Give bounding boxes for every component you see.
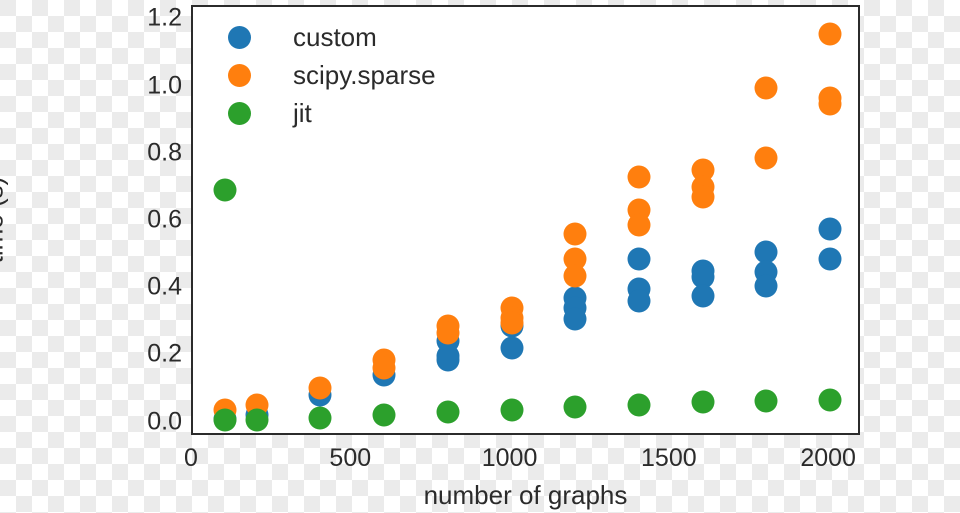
x-tick-label: 0 (184, 444, 198, 472)
data-point-jit (245, 408, 269, 432)
y-tick-label: 0.8 (147, 138, 182, 167)
data-point-custom (818, 217, 842, 241)
data-point-jit (691, 390, 715, 414)
legend-marker-icon (228, 63, 251, 87)
x-tick-label: 2000 (800, 444, 856, 472)
data-point-scipy-sparse (308, 376, 332, 400)
data-point-scipy-sparse (754, 76, 778, 100)
data-point-custom (754, 274, 778, 298)
data-point-jit (563, 395, 587, 419)
data-point-scipy-sparse (754, 146, 778, 170)
data-point-jit (372, 403, 396, 427)
data-point-jit (818, 388, 842, 412)
legend-marker-icon (228, 101, 251, 125)
y-tick-label: 1.0 (147, 71, 182, 100)
data-point-scipy-sparse (818, 92, 842, 116)
legend-item: jit (228, 94, 436, 132)
legend-marker-icon (228, 25, 251, 49)
y-axis-title: time (s) (0, 176, 9, 264)
y-axis-tick-labels: 0.0 0.2 0.4 0.6 0.8 1.0 1.2 (100, 0, 182, 513)
legend-label: scipy.sparse (293, 59, 436, 90)
x-tick-label: 1000 (481, 444, 538, 472)
y-tick-label: 0.4 (147, 272, 182, 301)
data-point-jit (308, 406, 332, 430)
data-point-jit (213, 178, 237, 202)
data-point-custom (691, 284, 715, 308)
data-point-scipy-sparse (563, 222, 587, 246)
x-tick-label: 500 (329, 444, 372, 472)
data-point-custom (563, 307, 587, 331)
legend-label: jit (293, 97, 312, 128)
x-axis-title: number of graphs (423, 480, 628, 510)
y-tick-label: 1.2 (147, 3, 182, 32)
legend-label: custom (293, 21, 377, 52)
data-point-custom (627, 247, 651, 271)
data-point-jit (500, 398, 524, 422)
data-point-jit (213, 408, 237, 432)
data-point-scipy-sparse (627, 165, 651, 189)
data-point-jit (627, 393, 651, 417)
legend-item: custom (228, 18, 436, 56)
data-point-custom (436, 348, 460, 372)
x-tick-label: 1500 (641, 444, 697, 472)
legend: custom scipy.sparse jit (228, 18, 436, 132)
y-tick-label: 0.6 (147, 205, 182, 234)
data-point-scipy-sparse (691, 185, 715, 209)
chart-figure: 0.0 0.2 0.4 0.6 0.8 1.0 1.2 time (s) 0 500 1000 1… (0, 0, 960, 513)
data-point-scipy-sparse (500, 311, 524, 335)
data-point-scipy-sparse (372, 356, 396, 380)
data-point-scipy-sparse (436, 321, 460, 345)
data-point-custom (818, 247, 842, 271)
data-point-jit (436, 400, 460, 424)
data-point-scipy-sparse (563, 264, 587, 288)
data-point-custom (627, 289, 651, 313)
legend-item: scipy.sparse (228, 56, 436, 94)
data-point-custom (500, 336, 524, 360)
y-tick-label: 0.2 (147, 339, 182, 368)
y-tick-label: 0.0 (147, 407, 182, 436)
data-point-scipy-sparse (627, 213, 651, 237)
data-point-scipy-sparse (818, 22, 842, 46)
data-point-jit (754, 389, 778, 413)
